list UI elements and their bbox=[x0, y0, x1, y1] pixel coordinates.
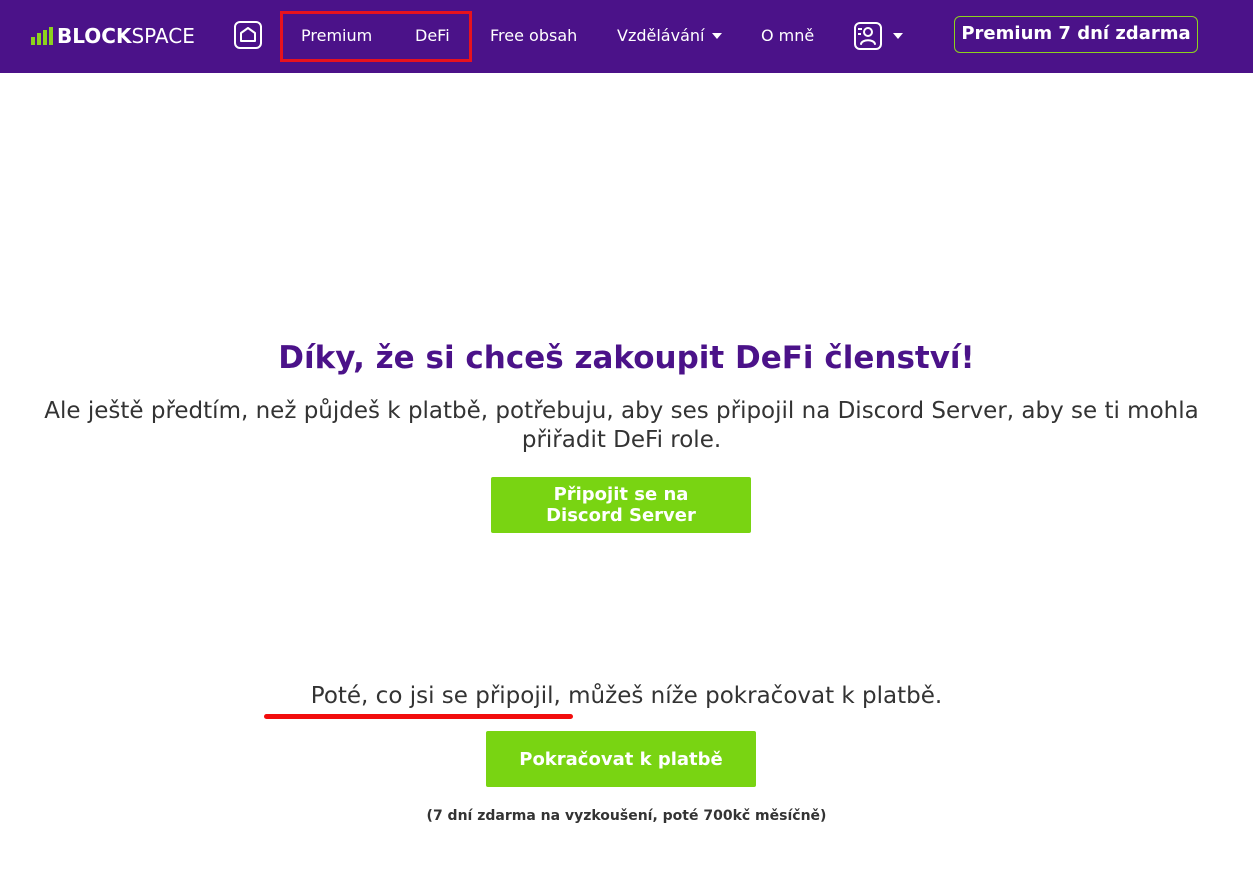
logo-text-light: SPACE bbox=[131, 24, 195, 48]
top-navbar: BLOCK SPACE Premium DeFi Free obsah Vzděl… bbox=[0, 0, 1253, 73]
premium-trial-button[interactable]: Premium 7 dní zdarma bbox=[954, 16, 1198, 53]
account-icon bbox=[854, 22, 882, 50]
nav-dropdown-education-label: Vzdělávání bbox=[617, 26, 705, 45]
nav-link-premium[interactable]: Premium bbox=[301, 24, 372, 48]
nav-dropdown-education[interactable]: Vzdělávání bbox=[617, 24, 723, 48]
pricing-footnote: (7 dní zdarma na vyzkoušení, poté 700kč … bbox=[426, 808, 827, 824]
chevron-down-icon bbox=[712, 32, 723, 39]
nav-link-free-content[interactable]: Free obsah bbox=[490, 24, 577, 48]
join-discord-button[interactable]: Připojit se na Discord Server bbox=[491, 477, 751, 533]
logo-text-bold: BLOCK bbox=[57, 24, 132, 48]
annotation-underline bbox=[264, 714, 573, 719]
blockspace-logo[interactable]: BLOCK SPACE bbox=[31, 24, 195, 48]
continue-instructions-text: Poté, co jsi se připojil, můžeš níže pok… bbox=[310, 683, 943, 709]
page-title: Díky, že si chceš zakoupit DeFi členství… bbox=[278, 340, 975, 376]
continue-to-payment-button[interactable]: Pokračovat k platbě bbox=[486, 731, 756, 787]
account-dropdown[interactable] bbox=[853, 20, 903, 52]
logo-bars-icon bbox=[31, 27, 53, 45]
discord-instructions-text: Ale ještě předtím, než půjdeš k platbě, … bbox=[44, 398, 1199, 453]
home-button[interactable] bbox=[233, 20, 263, 50]
nav-link-defi[interactable]: DeFi bbox=[415, 24, 450, 48]
nav-link-about[interactable]: O mně bbox=[761, 24, 814, 48]
chevron-down-icon bbox=[893, 33, 903, 39]
home-icon bbox=[234, 21, 262, 49]
